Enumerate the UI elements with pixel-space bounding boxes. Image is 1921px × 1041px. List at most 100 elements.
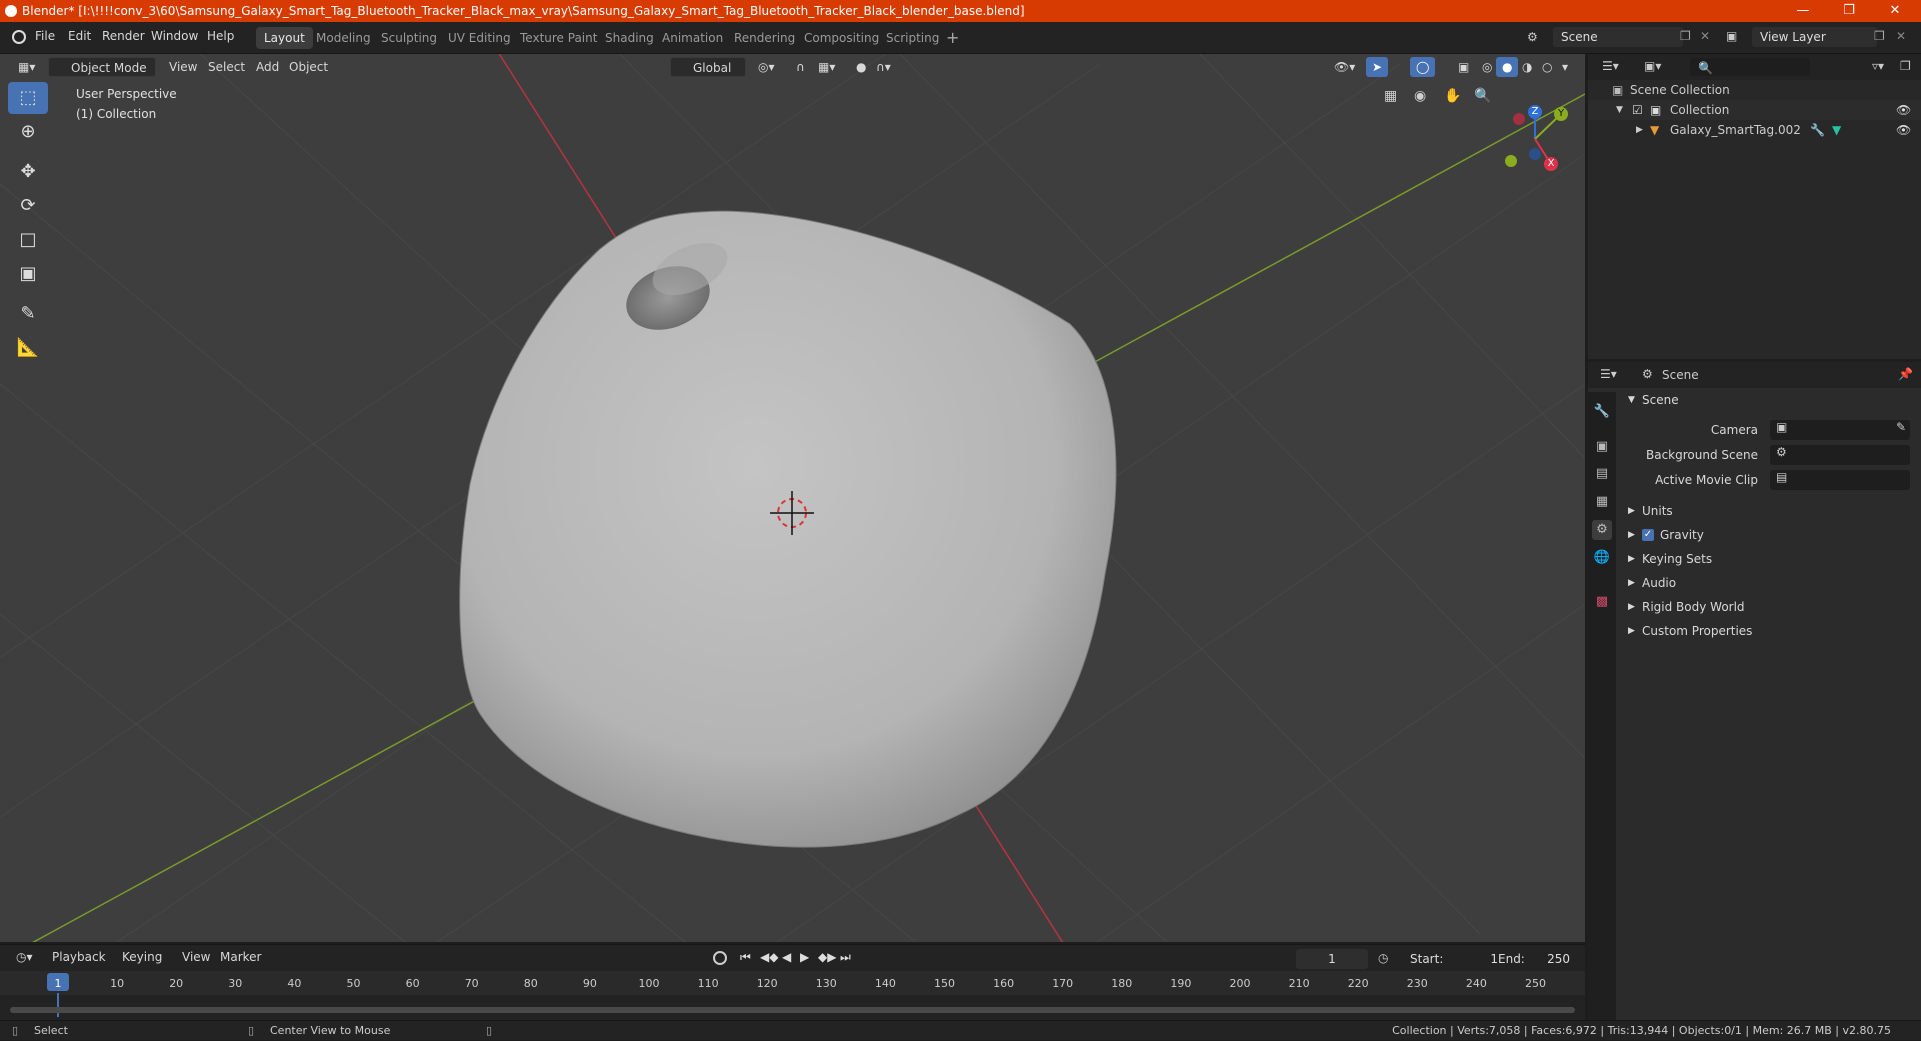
current-frame-field[interactable]: 1 <box>1296 949 1368 969</box>
modifier-wrench-icon[interactable]: 🔧 <box>1810 120 1825 140</box>
shading-options-icon[interactable]: ▾ <box>1556 57 1574 77</box>
tool-settings-tab-icon[interactable]: 🔧 <box>1592 402 1612 422</box>
world-tab-icon[interactable]: 🌐 <box>1592 548 1612 568</box>
expand-arrow-icon[interactable]: ▶ <box>1636 120 1643 140</box>
outliner-row-collection[interactable]: ▼ ☑ ▣ Collection 👁 <box>1588 100 1921 120</box>
jump-start-icon[interactable]: ⏮ <box>740 950 751 965</box>
play-reverse-icon[interactable]: ◀ <box>782 950 791 964</box>
timeline-scrollbar[interactable] <box>10 1007 1575 1013</box>
grid-view-icon[interactable]: ▦ <box>1384 88 1397 104</box>
display-mode-icon[interactable]: ▣▾ <box>1644 59 1661 73</box>
remove-view-layer-icon[interactable]: ✕ <box>1896 29 1906 43</box>
new-scene-icon[interactable]: ❐ <box>1680 29 1691 43</box>
menu-object[interactable]: Object <box>283 57 334 77</box>
gravity-panel[interactable]: ▶ ✓ Gravity <box>1628 525 1918 545</box>
keying-sets-panel[interactable]: ▶ Keying Sets <box>1628 549 1918 569</box>
snap-icon[interactable]: ∩ <box>790 57 811 77</box>
menu-window[interactable]: Window <box>151 29 198 43</box>
background-scene-field[interactable]: ⚙ <box>1770 445 1910 465</box>
audio-panel[interactable]: ▶ Audio <box>1628 573 1918 593</box>
measure-tool-icon[interactable]: 📐 <box>8 332 48 364</box>
menu-playback[interactable]: Playback <box>46 947 112 967</box>
camera-field[interactable]: ▣ ✎ <box>1770 420 1910 440</box>
camera-view-icon[interactable]: ◉ <box>1414 88 1426 104</box>
xray-icon[interactable]: ▣ <box>1452 57 1475 77</box>
tab-shading[interactable]: Shading <box>597 27 662 49</box>
mode-selector[interactable]: Object Mode <box>48 57 156 77</box>
tab-sculpting[interactable]: Sculpting <box>373 27 445 49</box>
cursor-tool-icon[interactable]: ⊕ <box>8 116 48 148</box>
menu-select[interactable]: Select <box>202 57 251 77</box>
scene-selector[interactable]: Scene <box>1553 27 1683 47</box>
output-tab-icon[interactable]: ▤ <box>1592 464 1612 484</box>
tab-layout[interactable]: Layout <box>256 27 313 49</box>
tab-uv-editing[interactable]: UV Editing <box>440 27 519 49</box>
gizmo-x-axis[interactable]: X <box>1544 157 1558 171</box>
editor-type-icon[interactable]: ▦▾ <box>12 57 41 77</box>
move-tool-icon[interactable]: ✥ <box>8 156 48 188</box>
new-view-layer-icon[interactable]: ❐ <box>1874 29 1885 43</box>
view-layer-tab-icon[interactable]: ▦ <box>1592 492 1612 512</box>
scene-tab-icon[interactable]: ⚙ <box>1592 520 1612 540</box>
tab-scripting[interactable]: Scripting <box>878 27 947 49</box>
outliner-editor-icon[interactable]: ☰▾ <box>1602 59 1619 73</box>
tab-texture-paint[interactable]: Texture Paint <box>512 27 605 49</box>
gravity-checkbox[interactable]: ✓ <box>1642 529 1654 541</box>
transform-tool-icon[interactable]: ▣ <box>8 258 48 290</box>
rigid-body-world-panel[interactable]: ▶ Rigid Body World <box>1628 597 1918 617</box>
collection-checkbox-icon[interactable]: ☑ <box>1632 100 1643 120</box>
overlay-toggle-icon[interactable]: ◯ <box>1410 57 1436 77</box>
outliner-row-object[interactable]: ▶ ▼ Galaxy_SmartTag.002 🔧 ▼ 👁 <box>1588 120 1921 140</box>
record-icon[interactable] <box>713 951 727 965</box>
tab-rendering[interactable]: Rendering <box>726 27 803 49</box>
outliner-row-scene-collection[interactable]: ▣ Scene Collection <box>1588 80 1921 100</box>
jump-end-icon[interactable]: ⏭ <box>840 950 851 965</box>
remove-scene-icon[interactable]: ✕ <box>1700 29 1710 43</box>
3d-viewport[interactable]: ▦▾ Object Mode View Select Add Object Gl… <box>0 54 1585 942</box>
scale-tool-icon[interactable]: □ <box>8 224 48 256</box>
menu-keying[interactable]: Keying <box>116 947 168 967</box>
rotate-tool-icon[interactable]: ⟳ <box>8 190 48 222</box>
gizmo-y-axis[interactable]: Y <box>1554 107 1568 121</box>
tab-modeling[interactable]: Modeling <box>308 27 379 49</box>
object-visibility-eye-icon[interactable]: 👁 <box>1896 120 1911 140</box>
annotate-tool-icon[interactable]: ✎ <box>8 298 48 330</box>
blender-menu-icon[interactable] <box>12 30 26 44</box>
pan-hand-icon[interactable]: ✋ <box>1444 88 1461 104</box>
units-panel[interactable]: ▶ Units <box>1628 501 1918 521</box>
menu-edit[interactable]: Edit <box>68 29 91 43</box>
menu-help[interactable]: Help <box>207 29 234 43</box>
texture-tab-icon[interactable]: ▩ <box>1592 592 1612 612</box>
menu-view[interactable]: View <box>163 57 203 77</box>
menu-add[interactable]: Add <box>250 57 285 77</box>
gizmo-toggle-icon[interactable]: ➤ <box>1366 57 1389 77</box>
view-layer-icon[interactable]: ▣ <box>1726 29 1737 43</box>
filter-icon[interactable]: ▿▾ <box>1872 59 1884 73</box>
eyedropper-icon[interactable]: ✎ <box>1896 420 1906 434</box>
scene-panel-header[interactable]: ▼ Scene <box>1628 390 1918 410</box>
pin-icon[interactable]: 📌 <box>1898 367 1913 381</box>
custom-properties-panel[interactable]: ▶ Custom Properties <box>1628 621 1918 641</box>
add-workspace-icon[interactable]: + <box>946 28 959 47</box>
properties-editor-icon[interactable]: ☰▾ <box>1600 367 1617 381</box>
prev-keyframe-icon[interactable]: ◀◆ <box>760 950 778 964</box>
collection-visibility-eye-icon[interactable]: 👁 <box>1896 100 1911 120</box>
maximize-icon[interactable]: ❐ <box>1826 0 1872 22</box>
menu-render[interactable]: Render <box>102 29 145 43</box>
scene-icon[interactable]: ⚙ <box>1527 30 1538 44</box>
minimize-icon[interactable]: — <box>1780 0 1826 22</box>
new-collection-icon[interactable]: ❐ <box>1900 59 1911 73</box>
clock-icon[interactable]: ◷ <box>1378 951 1388 965</box>
next-keyframe-icon[interactable]: ◆▶ <box>818 950 836 964</box>
close-icon[interactable]: ✕ <box>1872 0 1918 22</box>
zoom-icon[interactable]: 🔍 <box>1474 88 1491 104</box>
timeline-editor-icon[interactable]: ◷▾ <box>10 947 39 967</box>
tab-compositing[interactable]: Compositing <box>796 27 887 49</box>
play-icon[interactable]: ▶ <box>800 950 809 964</box>
mesh-data-icon[interactable]: ▼ <box>1832 120 1841 140</box>
navigation-gizmo[interactable]: Z Y X <box>1495 94 1575 174</box>
menu-marker[interactable]: Marker <box>214 947 267 967</box>
view-layer-selector[interactable]: View Layer <box>1752 27 1877 47</box>
menu-file[interactable]: File <box>35 29 55 43</box>
pivot-icon[interactable]: ◎▾ <box>752 57 781 77</box>
